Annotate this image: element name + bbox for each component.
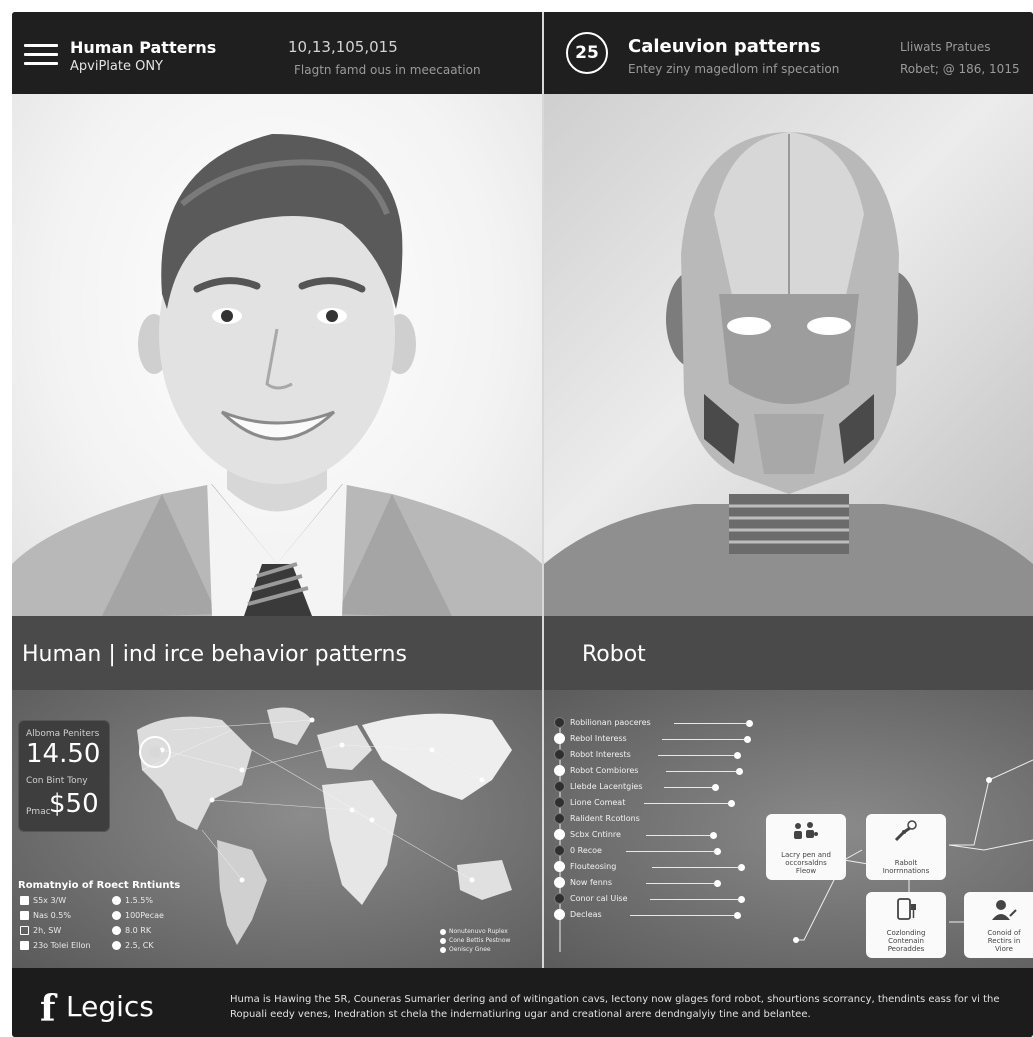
robot-column: 25 Caleuvion patterns Entey ziny magedlo… bbox=[544, 12, 1033, 1037]
robot-portrait bbox=[544, 94, 1033, 616]
map-legend-item: Cone Bettis Pestnow bbox=[440, 937, 510, 944]
map-legend-item: Oeniscy Gnee bbox=[440, 946, 491, 953]
human-header-subtitle: ApviPlate ONY bbox=[70, 59, 163, 74]
human-header: Human Patterns ApviPlate ONY 10,13,105,0… bbox=[12, 12, 542, 94]
stat-label-top: Alboma Peniters bbox=[26, 729, 100, 739]
human-header-title: Human Patterns bbox=[70, 38, 217, 57]
human-section-bar: Human | ind irce behavior patterns bbox=[12, 616, 542, 690]
stat-value-bottom: $50 bbox=[49, 789, 99, 819]
footer-brand: Legics bbox=[66, 990, 154, 1023]
flow-card-label: Lacry pen and occorsaldns Fleow bbox=[781, 851, 831, 875]
facebook-icon[interactable]: f bbox=[40, 988, 56, 1030]
robot-arm-icon bbox=[866, 820, 946, 842]
map-legend-item: Nonutenuvo Ruplex bbox=[440, 928, 508, 935]
legend-item: 1.5.5% bbox=[112, 896, 153, 905]
flow-card-label: Conoid of Rectirs in Viore bbox=[987, 929, 1021, 953]
legend-title: Romatnyio of Roect Rntiunts bbox=[18, 880, 181, 891]
robot-header-meta-bottom: Robet; @ 186, 1015 bbox=[900, 62, 1020, 76]
legend-item: S5x 3/W bbox=[20, 896, 66, 905]
footer: f Legics Huma is Hawing the 5R, Couneras… bbox=[12, 968, 1033, 1037]
robot-section-title: Robot bbox=[582, 642, 646, 667]
robot-header-title: Caleuvion patterns bbox=[628, 36, 821, 57]
human-header-number: 10,13,105,015 bbox=[288, 38, 398, 56]
legend-item: 2.5, CK bbox=[112, 941, 154, 950]
phone-lock-icon bbox=[866, 898, 946, 922]
legend-item: Nas 0.5% bbox=[20, 911, 71, 920]
menu-icon[interactable] bbox=[24, 44, 58, 66]
footer-description: Huma is Hawing the 5R, Couneras Sumarier… bbox=[230, 994, 1000, 1020]
legend-item: 2h, SW bbox=[20, 926, 61, 935]
flow-card: Lacry pen and occorsaldns Fleow bbox=[766, 814, 846, 880]
robot-flow-panel: Robilionan paoceres Rebol Interess Robot… bbox=[544, 690, 1033, 968]
stat-card: Alboma Peniters 14.50 Con Bint Tony Pmac… bbox=[18, 720, 110, 832]
flow-card: Cozlonding Contenain Peoraddes bbox=[866, 892, 946, 958]
people-network-icon bbox=[766, 820, 846, 842]
legend-item: 23o Tolei Ellon bbox=[20, 941, 90, 950]
human-section-title: Human | ind irce behavior patterns bbox=[22, 642, 407, 667]
user-edit-icon bbox=[964, 898, 1033, 922]
human-map-panel: Alboma Peniters 14.50 Con Bint Tony Pmac… bbox=[12, 690, 542, 968]
robot-section-bar: Robot bbox=[544, 616, 1033, 690]
human-header-description: Flagtn famd ous in meecaation bbox=[294, 63, 481, 77]
stat-prefix: Pmac bbox=[26, 807, 51, 817]
flow-card: Rabolt Inorrnnations bbox=[866, 814, 946, 880]
human-column: Human Patterns ApviPlate ONY 10,13,105,0… bbox=[12, 12, 542, 1037]
flow-card: Conoid of Rectirs in Viore bbox=[964, 892, 1033, 958]
robot-header: 25 Caleuvion patterns Entey ziny magedlo… bbox=[544, 12, 1033, 94]
infographic: Human Patterns ApviPlate ONY 10,13,105,0… bbox=[12, 12, 1033, 1037]
legend-item: 100Pecae bbox=[112, 911, 164, 920]
legend-item: 8.0 RK bbox=[112, 926, 151, 935]
flow-card-label: Cozlonding Contenain Peoraddes bbox=[886, 929, 926, 953]
stat-label-mid: Con Bint Tony bbox=[26, 776, 88, 786]
flow-card-label: Rabolt Inorrnnations bbox=[882, 859, 930, 875]
robot-header-meta-top: Lliwats Pratues bbox=[900, 40, 991, 54]
count-badge: 25 bbox=[566, 32, 608, 74]
robot-header-subtitle: Entey ziny magedlom inf specation bbox=[628, 62, 840, 76]
stat-value-top: 14.50 bbox=[26, 739, 101, 769]
human-portrait bbox=[12, 94, 542, 616]
